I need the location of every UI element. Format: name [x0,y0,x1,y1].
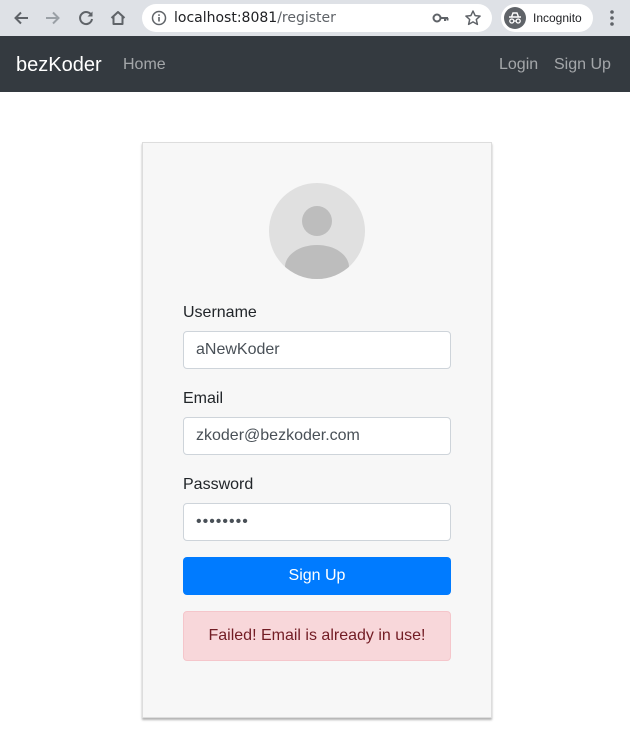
username-label: Username [183,304,257,321]
app-navbar: bezKoder Home Login Sign Up [0,36,630,92]
nav-login-link[interactable]: Login [499,55,538,75]
password-label: Password [183,476,254,493]
reload-icon[interactable] [75,7,97,29]
forward-arrow-icon[interactable] [42,7,64,29]
key-icon[interactable] [432,11,450,25]
username-input[interactable]: aNewKoder [183,331,451,369]
browser-toolbar: localhost:8081/register Incognito [0,0,630,36]
nav-home-link[interactable]: Home [123,55,166,75]
star-icon[interactable] [464,9,482,27]
incognito-label: Incognito [533,11,582,25]
email-label: Email [183,390,224,407]
incognito-badge[interactable]: Incognito [501,4,593,32]
error-alert: Failed! Email is already in use! [183,611,451,661]
register-card: Username aNewKoder Email zkoder@bezkoder… [142,142,492,718]
nav-signup-link[interactable]: Sign Up [554,55,611,75]
home-icon[interactable] [107,7,129,29]
address-bar[interactable]: localhost:8081/register [142,4,492,32]
url-host: localhost:8081 [174,10,278,26]
back-arrow-icon[interactable] [10,7,32,29]
email-input[interactable]: zkoder@bezkoder.com [183,417,451,455]
password-input[interactable]: •••••••• [183,503,451,541]
incognito-icon [504,7,526,29]
brand-link[interactable]: bezKoder [16,53,102,77]
info-icon[interactable] [151,10,167,26]
url-text: localhost:8081/register [174,10,336,26]
user-avatar-icon [269,183,365,279]
signup-submit-button[interactable]: Sign Up [183,557,451,595]
url-path: /register [277,10,336,26]
kebab-menu-icon[interactable] [605,9,619,27]
